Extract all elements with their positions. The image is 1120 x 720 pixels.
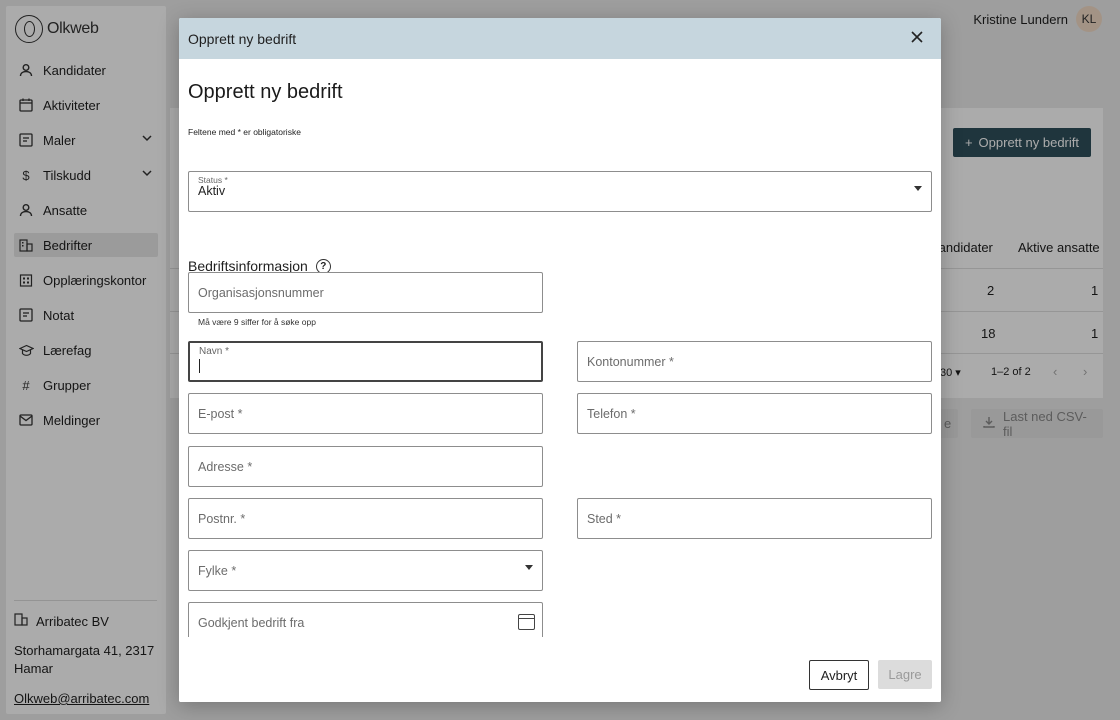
godkjent-date-input[interactable]: Godkjent bedrift fra: [188, 602, 543, 637]
caret-down-icon: [914, 186, 922, 191]
caret-down-icon: [525, 565, 533, 570]
fylke-placeholder: Fylke *: [198, 564, 237, 578]
adresse-placeholder: Adresse *: [198, 460, 253, 474]
text-cursor: [199, 359, 200, 373]
telefon-input[interactable]: Telefon *: [577, 393, 932, 434]
kontonummer-input[interactable]: Kontonummer *: [577, 341, 932, 382]
status-select[interactable]: Status * Aktiv: [188, 171, 932, 212]
navn-label: Navn *: [199, 346, 230, 357]
postnr-placeholder: Postnr. *: [198, 512, 246, 526]
fylke-select[interactable]: Fylke *: [188, 550, 543, 591]
orgnr-input[interactable]: Organisasjonsnummer: [188, 272, 543, 313]
dialog-footer: Avbryt Lagre: [179, 646, 941, 702]
required-fields-note: Feltene med * er obligatoriske: [188, 127, 301, 137]
dialog-header-title: Opprett ny bedrift: [188, 30, 297, 47]
adresse-input[interactable]: Adresse *: [188, 446, 543, 487]
sted-placeholder: Sted *: [587, 512, 622, 526]
dialog-title: Opprett ny bedrift: [188, 81, 343, 103]
orgnr-placeholder: Organisasjonsnummer: [198, 286, 324, 300]
telefon-placeholder: Telefon *: [587, 407, 636, 421]
dialog-header: Opprett ny bedrift: [179, 18, 941, 59]
sted-input[interactable]: Sted *: [577, 498, 932, 539]
epost-input[interactable]: E-post *: [188, 393, 543, 434]
create-company-dialog: Opprett ny bedrift Opprett ny bedrift Fe…: [179, 18, 941, 702]
cancel-button[interactable]: Avbryt: [809, 660, 869, 690]
kontonummer-placeholder: Kontonummer *: [587, 355, 674, 369]
navn-input[interactable]: Navn *: [188, 341, 543, 382]
dialog-body: Opprett ny bedrift Feltene med * er obli…: [179, 59, 941, 637]
postnr-input[interactable]: Postnr. *: [188, 498, 543, 539]
save-button[interactable]: Lagre: [878, 660, 932, 689]
orgnr-helper-text: Må være 9 siffer for å søke opp: [198, 317, 316, 327]
status-value: Aktiv: [198, 184, 226, 198]
close-icon[interactable]: [909, 30, 925, 46]
calendar-icon[interactable]: [518, 614, 535, 630]
godkjent-placeholder: Godkjent bedrift fra: [198, 616, 305, 630]
epost-placeholder: E-post *: [198, 407, 243, 421]
